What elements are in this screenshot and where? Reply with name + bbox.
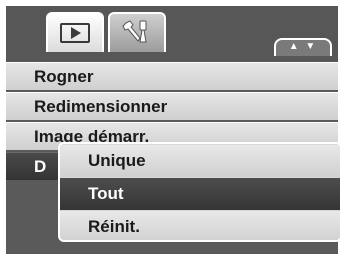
option-reinit[interactable]: Réinit. — [60, 211, 340, 240]
submenu-popup: Unique Tout Réinit. — [58, 142, 342, 242]
option-tout[interactable]: Tout — [60, 178, 340, 210]
setup-tools-icon — [122, 20, 147, 43]
menu-item-rogner[interactable]: Rogner — [6, 62, 338, 90]
camera-menu-screen: ▲ ▼ Rogner Redimensionner Image démarr. … — [6, 6, 342, 254]
menu-item-redimensionner[interactable]: Redimensionner — [6, 92, 338, 120]
tab-bar: ▲ ▼ — [6, 6, 338, 62]
playback-icon — [60, 23, 90, 43]
scroll-indicator[interactable]: ▲ ▼ — [274, 38, 332, 56]
tab-playback[interactable] — [46, 12, 104, 52]
tab-setup[interactable] — [108, 12, 166, 52]
option-unique[interactable]: Unique — [60, 145, 340, 177]
